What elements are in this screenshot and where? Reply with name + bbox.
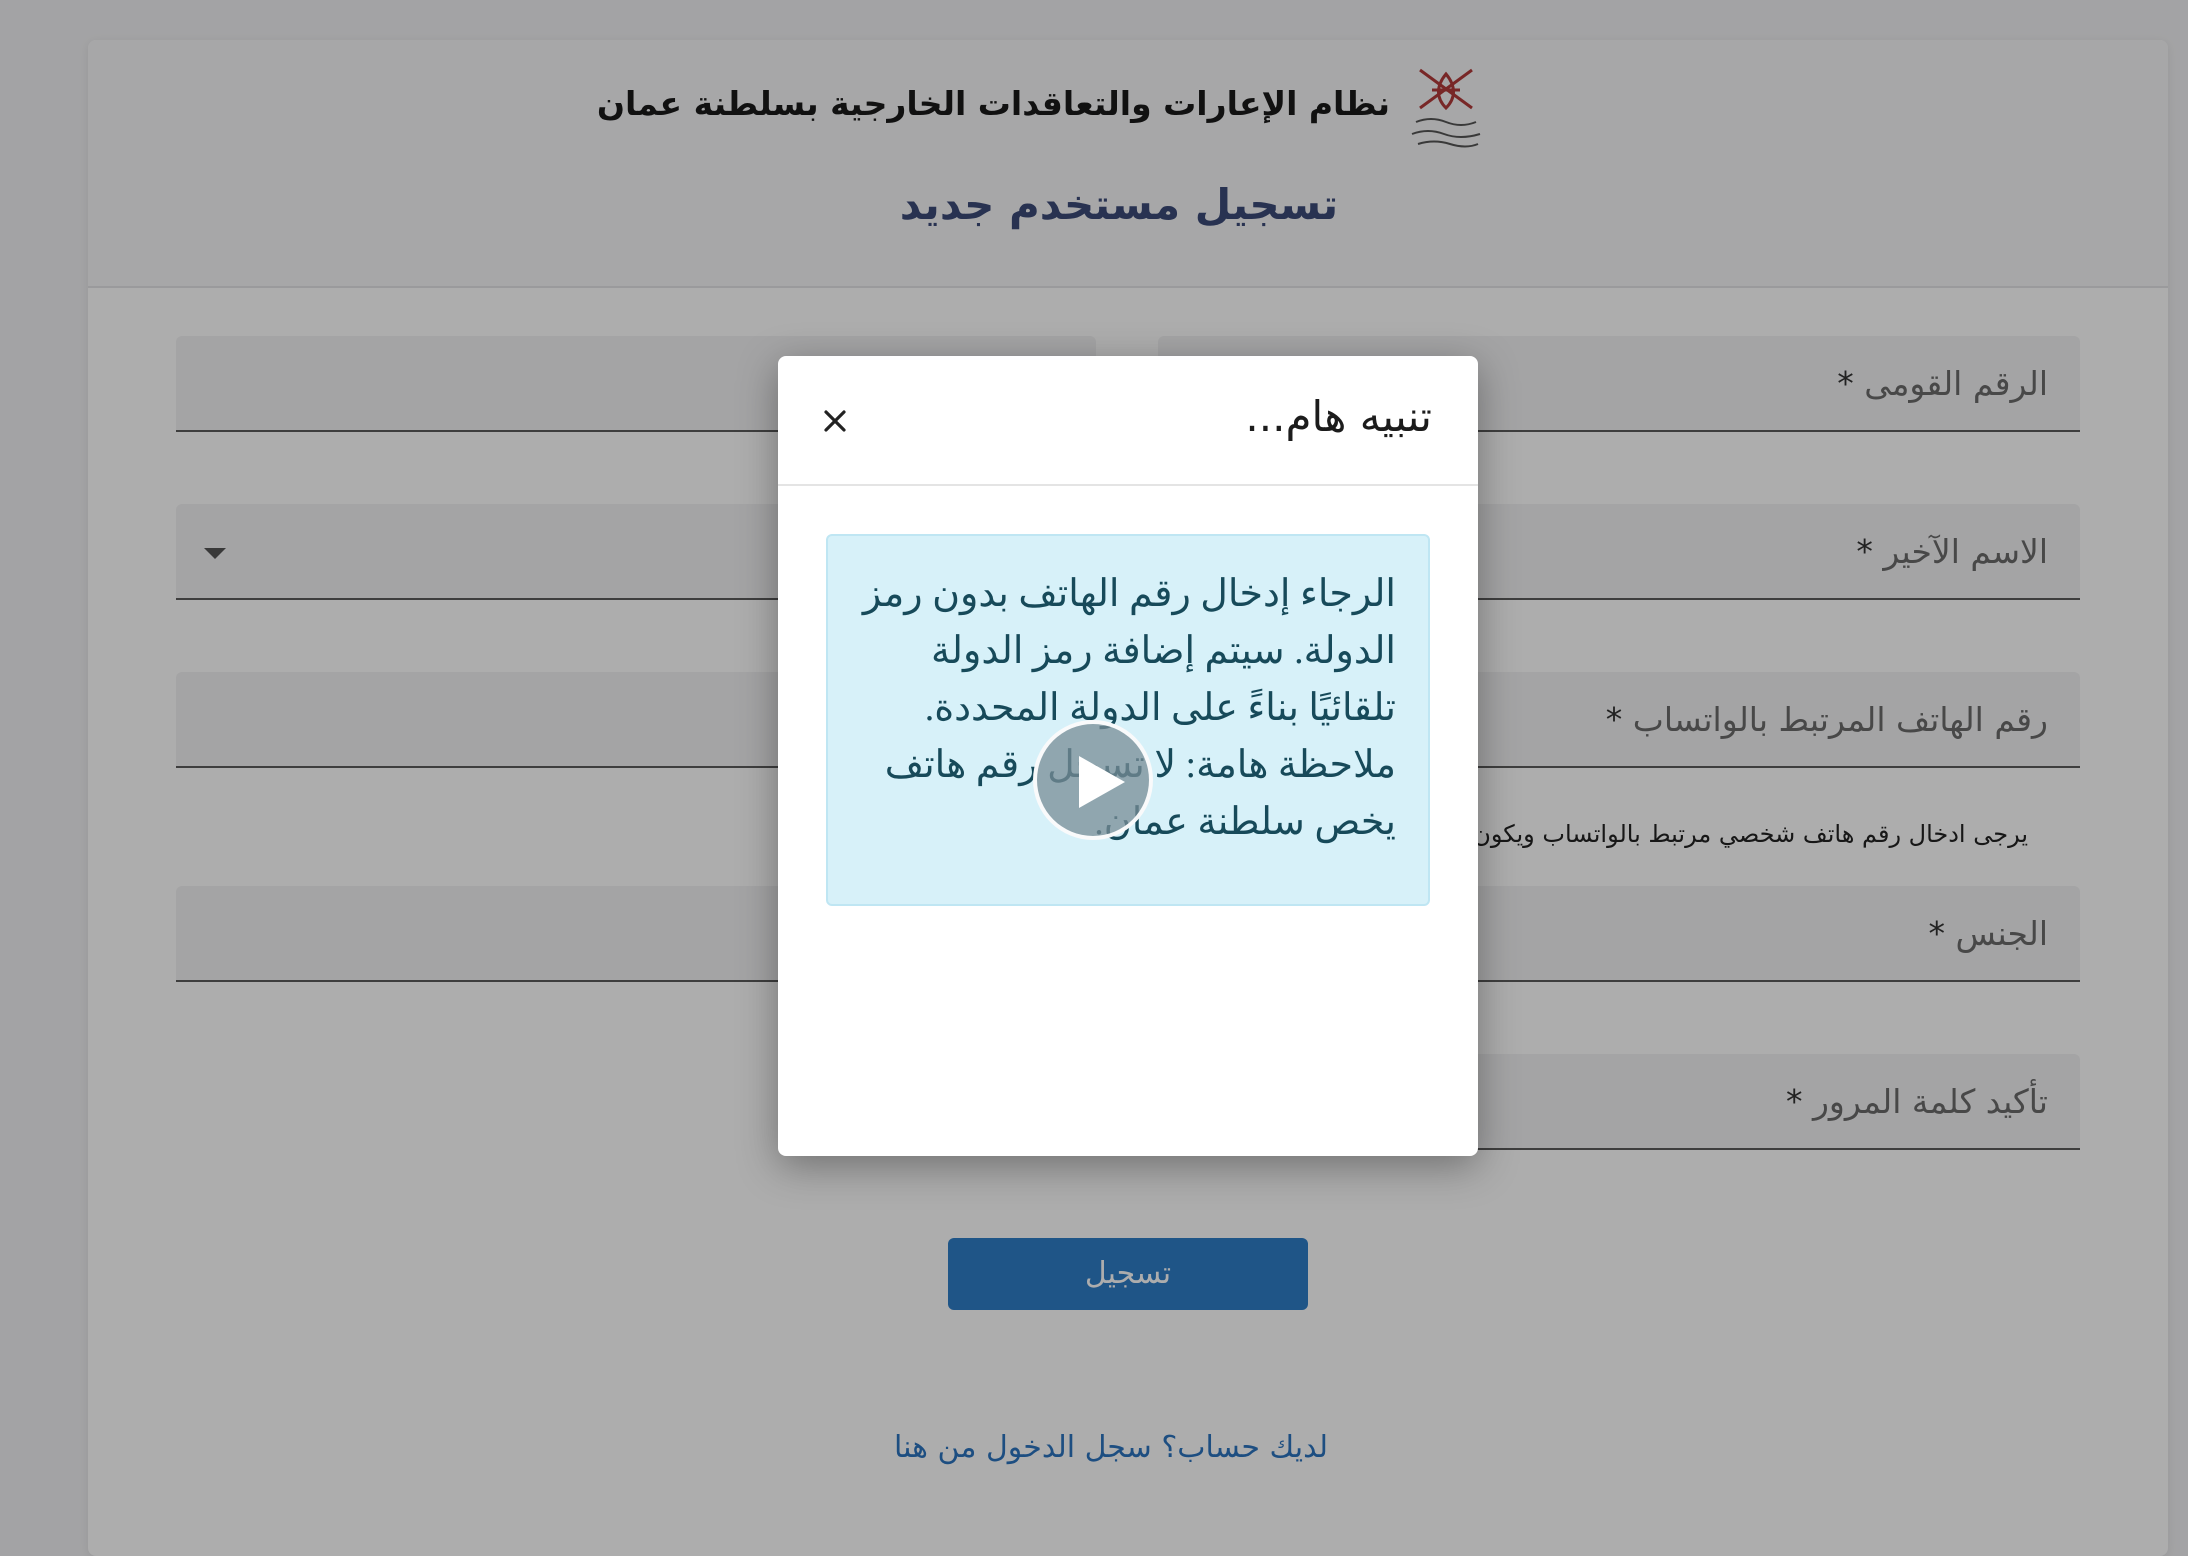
modal-header: تنبيه هام...: [778, 356, 1478, 486]
close-icon[interactable]: [814, 400, 856, 442]
info-alert: الرجاء إدخال رقم الهاتف بدون رمز الدولة.…: [826, 534, 1430, 906]
modal-title: تنبيه هام...: [1245, 392, 1432, 441]
play-icon[interactable]: [1033, 720, 1153, 840]
